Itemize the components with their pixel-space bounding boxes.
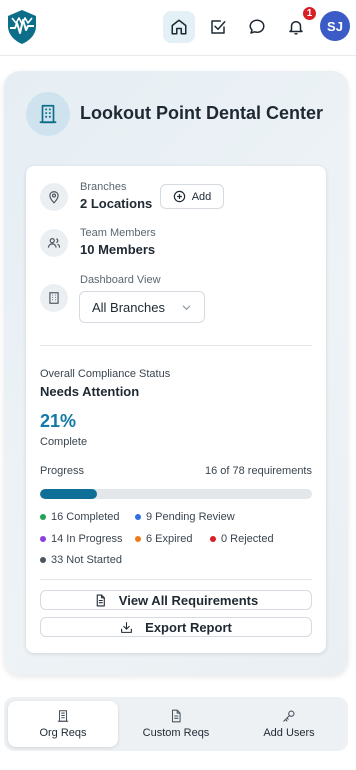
organization-details-panel: Branches 2 Locations Add Team Members 10…: [26, 166, 326, 653]
key-icon: [283, 710, 295, 722]
legend-dot: [210, 536, 216, 542]
legend-dot: [40, 514, 46, 520]
compliance-status-label: Overall Compliance Status: [40, 368, 171, 380]
members-value: 10 Members: [80, 242, 156, 257]
download-icon: [121, 621, 133, 633]
branches-icon-circle: [40, 183, 68, 211]
export-report-button[interactable]: Export Report: [40, 617, 312, 637]
view-all-requirements-button[interactable]: View All Requirements: [40, 590, 312, 610]
checkbox-icon: [211, 20, 226, 34]
tab-label: Org Reqs: [39, 727, 87, 739]
legend-in-progress: 14 In Progress: [40, 533, 123, 545]
nav-tasks-button[interactable]: [202, 11, 234, 43]
document-icon: [171, 709, 181, 723]
office-building-icon: [49, 292, 59, 304]
progress-bar-fill: [40, 489, 98, 499]
legend-label: 16 Completed: [51, 511, 120, 523]
legend-label: 9 Pending Review: [146, 511, 235, 523]
legend-not-started: 33 Not Started: [40, 554, 122, 566]
legend-label: 14 In Progress: [51, 533, 123, 545]
legend-dot: [135, 536, 141, 542]
legend-pending-review: 9 Pending Review: [135, 511, 235, 523]
complete-label: Complete: [40, 436, 88, 448]
legend-rejected: 0 Rejected: [210, 533, 274, 545]
add-branch-label: Add: [191, 190, 212, 203]
legend-label: 6 Expired: [146, 533, 193, 545]
nav-home-button[interactable]: [163, 11, 195, 43]
legend-expired: 6 Expired: [135, 533, 192, 545]
tab-label: Custom Reqs: [142, 727, 210, 739]
plus-circle-icon: [173, 190, 185, 203]
notification-badge: 1: [302, 6, 317, 21]
legend-dot: [40, 536, 46, 542]
branches-value: 2 Locations: [80, 196, 153, 211]
bell-icon: [289, 21, 303, 35]
compliance-status-value: Needs Attention: [40, 384, 140, 399]
legend-completed: 16 Completed: [40, 511, 120, 523]
organization-card: Lookout Point Dental Center Branches 2 L…: [4, 71, 348, 675]
document-icon: [96, 594, 105, 606]
chevron-down-icon: [182, 305, 191, 311]
tab-label: Add Users: [263, 727, 315, 739]
bottom-tab-bar: Org Reqs Custom Reqs Add Users: [4, 697, 348, 751]
progress-bar: [40, 489, 312, 499]
dashboard-view-value: All Branches: [92, 299, 165, 315]
add-branch-button[interactable]: Add: [160, 184, 224, 209]
members-icon-circle: [40, 229, 68, 257]
progress-count: 16 of 78 requirements: [204, 465, 312, 477]
organization-icon-circle: [26, 92, 70, 136]
view-all-requirements-label: View All Requirements: [118, 592, 259, 608]
compliance-percent: 21%: [40, 411, 77, 431]
user-avatar[interactable]: SJ: [320, 11, 350, 41]
export-report-label: Export Report: [145, 619, 232, 635]
legend-dot: [135, 514, 141, 520]
dashboard-view-select[interactable]: All Branches: [79, 291, 205, 323]
members-label: Team Members: [80, 227, 156, 239]
building-icon: [57, 710, 69, 722]
actions-divider: [40, 579, 312, 580]
dashboard-icon-circle: [40, 284, 68, 312]
nav-messages-button[interactable]: [241, 11, 273, 43]
map-pin-icon: [49, 191, 59, 204]
legend-label: 0 Rejected: [221, 533, 274, 545]
tab-custom-reqs[interactable]: Custom Reqs: [121, 701, 231, 747]
users-icon: [47, 238, 61, 248]
tab-add-users[interactable]: Add Users: [234, 701, 344, 747]
branches-label: Branches: [80, 181, 127, 193]
organization-name: Lookout Point Dental Center: [80, 103, 323, 123]
progress-label: Progress: [40, 465, 85, 477]
top-bar: 1 SJ: [0, 0, 356, 56]
legend-label: 33 Not Started: [51, 554, 122, 566]
dashboard-view-label: Dashboard View: [80, 274, 161, 286]
app-logo-icon[interactable]: [6, 9, 38, 45]
tab-org-reqs[interactable]: Org Reqs: [8, 701, 118, 747]
chat-bubble-icon: [249, 19, 265, 34]
legend-dot: [40, 557, 46, 563]
home-icon: [171, 19, 187, 35]
section-divider: [40, 345, 312, 346]
building-icon: [39, 104, 57, 124]
